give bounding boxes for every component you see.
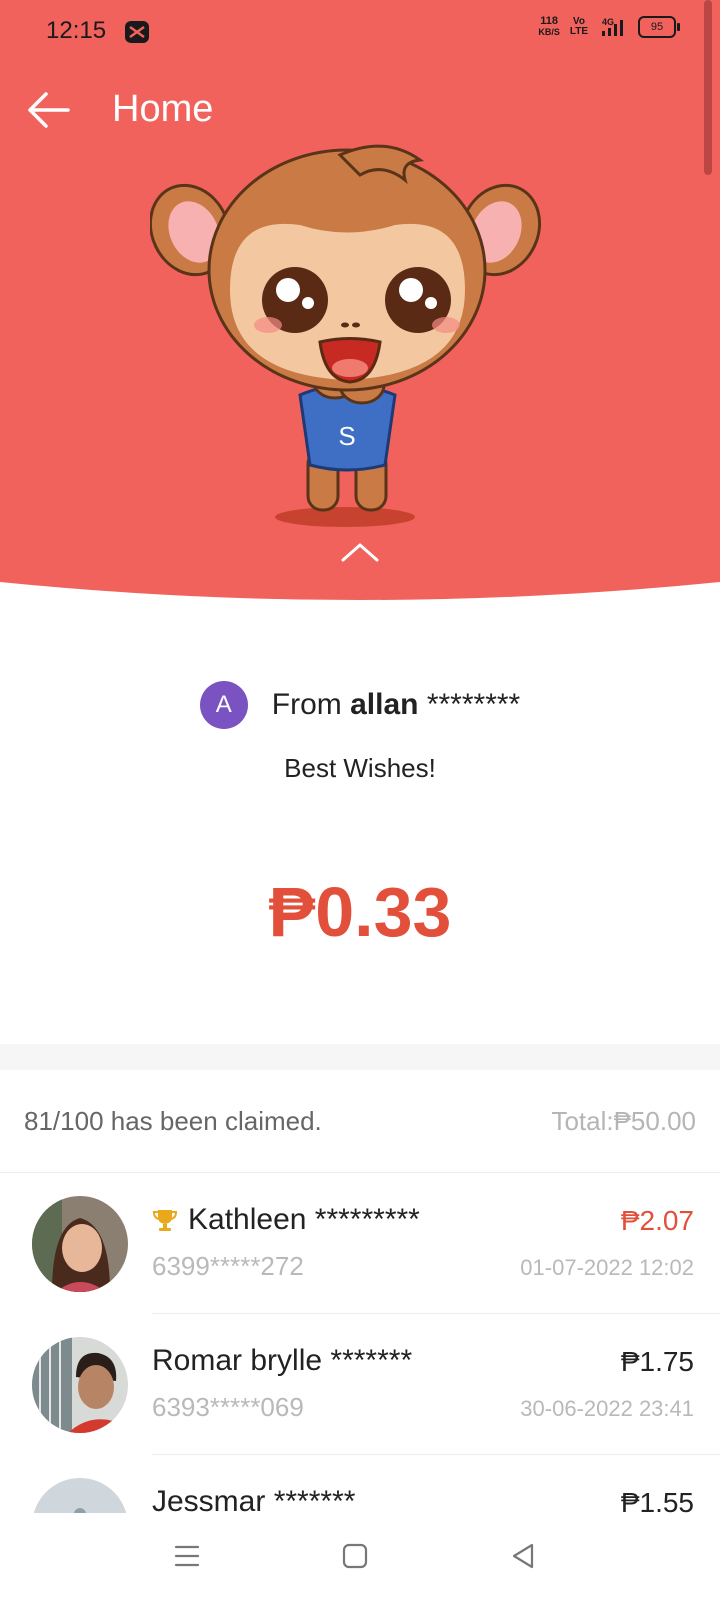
sender-mask: ******** (426, 688, 521, 721)
claimant-avatar (32, 1337, 128, 1433)
chevron-up-icon[interactable] (340, 540, 380, 564)
claimant-avatar (32, 1478, 128, 1513)
claimant-amount: ₱2.07 (620, 1205, 694, 1236)
status-time: 12:15 (46, 17, 107, 44)
received-amount: ₱0.33 (268, 873, 452, 951)
claimant-amount: ₱1.75 (620, 1346, 694, 1377)
claimant-mask: ******* (273, 1485, 356, 1513)
list-item[interactable]: Romar brylle ******* 6393*****069 ₱1.75 … (0, 1314, 720, 1455)
volte-indicator: Vo LTE (569, 16, 588, 37)
capcut-notification-icon (125, 21, 149, 43)
claimant-name-line: Kathleen ********* (152, 1203, 420, 1237)
claimant-datetime: 30-06-2022 23:41 (520, 1396, 694, 1421)
back-triangle-icon[interactable] (508, 1541, 538, 1571)
claimant-mask: ******* (330, 1344, 413, 1377)
envelope-message: Best Wishes! (284, 753, 436, 783)
battery-icon: 95 (638, 16, 680, 38)
claimant-name: Romar brylle (152, 1344, 323, 1377)
svg-text:S: S (338, 421, 355, 451)
section-divider (0, 1044, 720, 1070)
total-amount: Total:₱50.00 (551, 1106, 696, 1136)
sender-row: A From allan ******** (0, 680, 720, 730)
claimant-name: Kathleen (188, 1203, 307, 1236)
claimant-name-line: Romar brylle ******* (152, 1344, 412, 1378)
claimant-phone: 6399*****272 (152, 1251, 304, 1281)
hero-banner: 12:15 118 KB/S Vo LTE 4G 95 Home S (0, 0, 720, 610)
list-item[interactable]: Jessmar ******* ₱1.55 (0, 1455, 720, 1513)
status-icons: 118 KB/S Vo LTE 4G 95 (538, 15, 680, 38)
claimant-datetime: 01-07-2022 12:02 (520, 1255, 694, 1280)
sender-avatar: A (199, 681, 248, 729)
sender-name: allan (350, 688, 419, 721)
svg-text:4G: 4G (602, 17, 614, 27)
list-item[interactable]: Kathleen ********* 6399*****272 ₱2.07 01… (0, 1173, 720, 1314)
claimant-name-line: Jessmar ******* (152, 1485, 355, 1513)
status-bar: 12:15 118 KB/S Vo LTE 4G 95 (0, 0, 720, 64)
back-arrow-icon[interactable] (24, 88, 74, 132)
claimant-name: Jessmar (152, 1485, 266, 1513)
network-speed: 118 KB/S (538, 15, 560, 38)
menu-icon[interactable] (172, 1541, 202, 1571)
claim-summary: 81/100 has been claimed. Total:₱50.00 (0, 1070, 720, 1173)
home-square-icon[interactable] (340, 1541, 370, 1571)
monkey-mascot-illustration: S (150, 144, 542, 527)
from-label: From (271, 688, 342, 721)
claimant-avatar (32, 1196, 128, 1292)
claimant-phone: 6393*****069 (152, 1392, 304, 1422)
claimant-amount: ₱1.55 (620, 1487, 694, 1513)
trophy-icon (152, 1210, 178, 1231)
sender-line: From allan ******** (272, 688, 520, 722)
claimant-mask: ********* (314, 1203, 420, 1236)
page-title: Home (112, 88, 214, 130)
system-nav-bar (0, 1513, 720, 1600)
claimant-list: Kathleen ********* 6399*****272 ₱2.07 01… (0, 1173, 720, 1513)
claimed-count: 81/100 has been claimed. (24, 1106, 322, 1136)
signal-4g-icon: 4G (602, 17, 623, 36)
app-bar: Home (0, 70, 720, 150)
